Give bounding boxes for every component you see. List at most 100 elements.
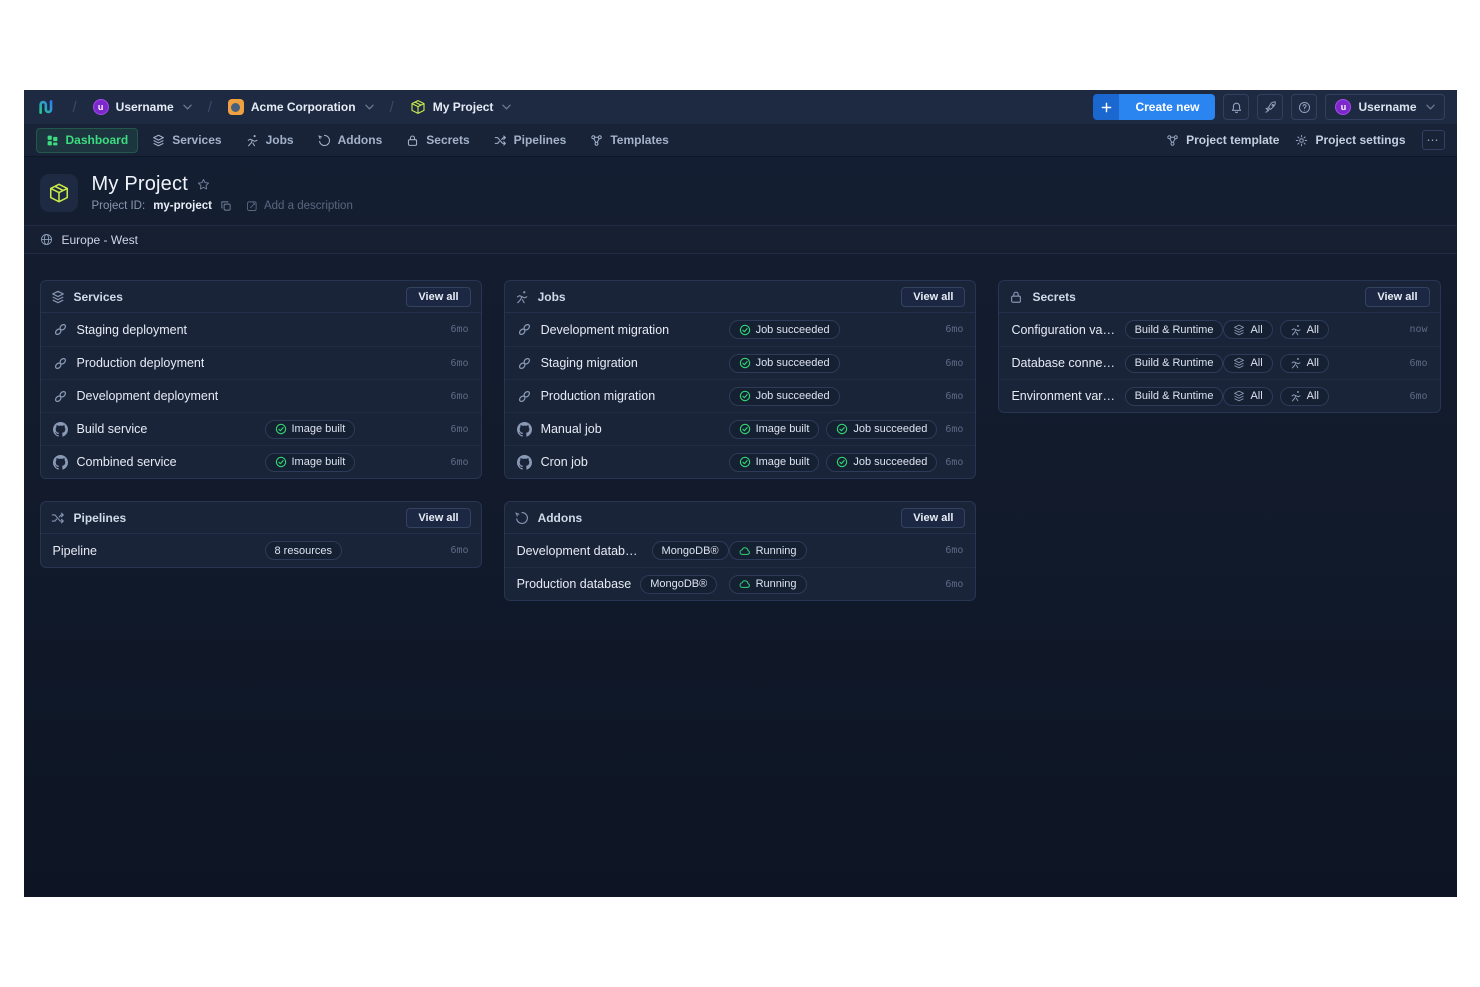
- card-row[interactable]: Production migrationJob succeeded6mo: [505, 379, 976, 412]
- help-button[interactable]: [1291, 94, 1317, 120]
- card-header: Services View all: [41, 281, 481, 313]
- card-row[interactable]: Manual jobImage builtJob succeeded6mo: [505, 412, 976, 445]
- user-menu-label: Username: [1358, 100, 1416, 114]
- layers-icon: [1233, 390, 1245, 402]
- card-row[interactable]: Database connectio...Build & RuntimeAllA…: [999, 346, 1439, 379]
- check-circle-icon: [836, 456, 848, 468]
- row-status: AllAll: [1223, 387, 1401, 406]
- row-main: Configuration valuesBuild & Runtime: [1011, 320, 1223, 339]
- badge-label: Job succeeded: [756, 324, 830, 336]
- view-all-button[interactable]: View all: [406, 287, 470, 307]
- project-template-button[interactable]: Project template: [1166, 133, 1279, 147]
- tab-addons[interactable]: Addons: [308, 128, 393, 153]
- project-nav: Dashboard Services Jobs Addons Secrets P…: [24, 124, 1457, 157]
- breadcrumb-user[interactable]: u Username: [88, 96, 197, 118]
- card-row[interactable]: Build serviceImage built6mo: [41, 412, 481, 445]
- view-all-button[interactable]: View all: [1365, 287, 1429, 307]
- chevron-down-icon: [183, 104, 192, 110]
- breadcrumb-project[interactable]: My Project: [405, 96, 517, 118]
- topbar-actions: Create new u Username: [1093, 94, 1444, 120]
- create-new-button[interactable]: Create new: [1093, 94, 1215, 120]
- view-all-button[interactable]: View all: [901, 508, 965, 528]
- view-all-button[interactable]: View all: [901, 287, 965, 307]
- northflank-logo-icon[interactable]: [36, 97, 62, 117]
- row-status: Image builtJob succeeded: [729, 420, 938, 439]
- card-row[interactable]: Pipeline8 resources6mo: [41, 534, 481, 567]
- card-row[interactable]: Cron jobImage builtJob succeeded6mo: [505, 445, 976, 478]
- view-all-button[interactable]: View all: [406, 508, 470, 528]
- row-main: Staging migration: [517, 356, 729, 371]
- card-row[interactable]: Development migrationJob succeeded6mo: [505, 313, 976, 346]
- tab-label: Dashboard: [66, 133, 129, 147]
- breadcrumb: / u Username / Acme Corporation / My Pro…: [36, 96, 517, 118]
- timestamp: 6mo: [945, 358, 963, 369]
- badge-mongodb: MongoDB®: [652, 541, 729, 560]
- card-rows: Development databaseMongoDB®Running6moPr…: [505, 534, 976, 600]
- badge-build-runtime: Build & Runtime: [1125, 387, 1224, 406]
- badge-job-succeeded: Job succeeded: [729, 354, 840, 373]
- card-row[interactable]: Configuration valuesBuild & RuntimeAllAl…: [999, 313, 1439, 346]
- row-main: Production deployment: [53, 356, 265, 371]
- check-circle-icon: [836, 423, 848, 435]
- card-row[interactable]: Environment variablesBuild & RuntimeAllA…: [999, 379, 1439, 412]
- tab-secrets[interactable]: Secrets: [396, 128, 479, 153]
- timestamp: 6mo: [451, 324, 469, 335]
- cloud-icon: [739, 545, 751, 557]
- badge-all: All: [1223, 354, 1272, 373]
- badge-label: All: [1307, 357, 1319, 369]
- badge-job-succeeded: Job succeeded: [826, 453, 937, 472]
- user-menu[interactable]: u Username: [1325, 94, 1444, 120]
- row-status: Image built: [265, 453, 443, 472]
- card-row[interactable]: Development deployment6mo: [41, 379, 481, 412]
- user-avatar: u: [1335, 99, 1351, 115]
- badge-label: Image built: [756, 423, 810, 435]
- row-status: Job succeeded: [729, 320, 938, 339]
- badge-label: All: [1307, 324, 1319, 336]
- check-circle-icon: [275, 423, 287, 435]
- resource-name: Staging migration: [541, 356, 638, 370]
- breadcrumb-project-label: My Project: [433, 100, 494, 114]
- tab-pipelines[interactable]: Pipelines: [484, 128, 577, 153]
- favourite-star-icon[interactable]: [197, 178, 210, 191]
- row-main: Development migration: [517, 322, 729, 337]
- breadcrumb-separator: /: [387, 99, 397, 116]
- card-row[interactable]: Production databaseMongoDB®Running6mo: [505, 567, 976, 600]
- badge-label: Image built: [292, 456, 346, 468]
- card-row[interactable]: Combined service Image built 6mo: [41, 445, 481, 478]
- add-description-button[interactable]: Add a description: [246, 200, 353, 212]
- card-row[interactable]: Production deployment6mo: [41, 346, 481, 379]
- row-status: 8 resources: [265, 541, 443, 560]
- badge-image-built: Image built: [265, 453, 356, 472]
- tab-services[interactable]: Services: [142, 128, 231, 153]
- card-row[interactable]: Development databaseMongoDB®Running6mo: [505, 534, 976, 567]
- badge-running: Running: [729, 541, 807, 560]
- card-rows: Pipeline8 resources6mo: [41, 534, 481, 567]
- row-status: Running: [729, 575, 938, 594]
- project-settings-button[interactable]: Project settings: [1295, 133, 1405, 147]
- tab-dashboard[interactable]: Dashboard: [36, 128, 139, 153]
- link-icon: [517, 322, 532, 337]
- globe-icon: [40, 233, 53, 246]
- card-row[interactable]: Staging migration Job succeeded 6mo: [505, 346, 976, 379]
- row-status: All All: [1223, 354, 1401, 373]
- templates-icon: [1166, 134, 1179, 147]
- tab-label: Templates: [610, 133, 668, 147]
- github-icon: [53, 422, 68, 437]
- breadcrumb-organisation[interactable]: Acme Corporation: [223, 96, 379, 118]
- copy-icon[interactable]: [220, 200, 232, 212]
- jobs-card: Jobs View all Development migrationJob s…: [504, 280, 977, 479]
- more-options-button[interactable]: ⋯: [1422, 130, 1445, 150]
- notifications-button[interactable]: [1223, 94, 1249, 120]
- dashboard-content: Services View all Staging deployment6moP…: [24, 254, 1457, 627]
- timestamp: 6mo: [451, 457, 469, 468]
- add-description-label: Add a description: [264, 200, 353, 212]
- tab-jobs[interactable]: Jobs: [236, 128, 304, 153]
- badge-label: MongoDB®: [650, 578, 707, 590]
- tab-templates[interactable]: Templates: [580, 128, 678, 153]
- row-main: Combined service: [53, 455, 265, 470]
- timestamp: 6mo: [1409, 358, 1427, 369]
- runner-icon: [246, 134, 259, 147]
- card-row[interactable]: Staging deployment6mo: [41, 313, 481, 346]
- pipelines-icon: [51, 511, 65, 525]
- whats-new-button[interactable]: [1257, 94, 1283, 120]
